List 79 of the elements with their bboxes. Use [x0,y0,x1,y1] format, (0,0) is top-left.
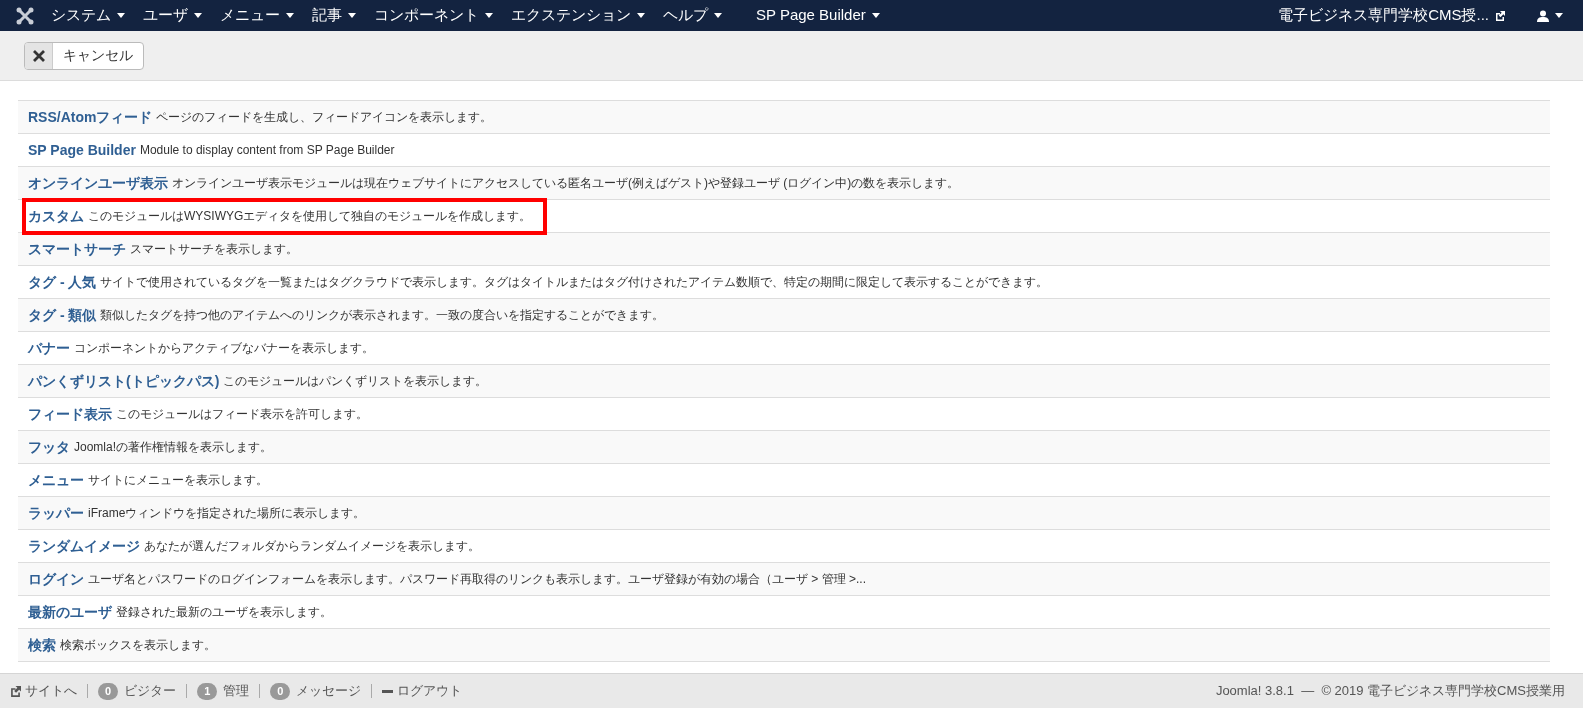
module-description: ユーザ名とパスワードのログインフォームを表示します。パスワード再取得のリンクも表示します。ユーザ登録が有効の場合（ユーザ > 管理 >... [88,571,867,588]
external-link-icon [1495,10,1505,21]
caret-icon [348,13,356,18]
nav-menu[interactable]: ユーザ [134,0,211,31]
module-title[interactable]: SP Page Builder [28,139,136,161]
module-description: Module to display content from SP Page Builder [139,142,395,159]
module-title[interactable]: タグ - 人気 [28,271,97,293]
caret-icon [714,13,722,18]
copyright-text: Joomla! 3.8.1 — © 2019 電子ビジネス専門学校CMS授業用 [1215,682,1565,701]
module-title[interactable]: ログイン [28,568,84,590]
module-description: 検索ボックスを表示します。 [60,637,216,654]
module-description: ページのフィードを生成し、フィードアイコンを表示します。 [156,109,493,126]
nav-menu[interactable]: ヘルプ [654,0,731,31]
module-title[interactable]: フィード表示 [28,403,112,425]
status-link[interactable]: サイトへ [10,681,77,701]
module-description: 登録された最新のユーザを表示します。 [116,604,332,621]
module-description: オンラインユーザ表示モジュールは現在ウェブサイトにアクセスしている匿名ユーザ(例えばゲスト)や登録ユーザ (ログイン中)の数を表示します。 [172,175,960,192]
module-title[interactable]: カスタム [28,205,84,227]
nav-menu[interactable]: システム [42,0,134,31]
module-row[interactable]: オンラインユーザ表示 オンラインユーザ表示モジュールは現在ウェブサイトにアクセスしている匿名ユーザ(例えばゲスト)や登録ユーザ (ログイン中)の数を表示します。 [18,167,1550,200]
module-row[interactable]: フッタ Joomla!の著作権情報を表示します。 [18,431,1550,464]
user-icon [1537,9,1549,22]
module-description: Joomla!の著作権情報を表示します。 [74,439,273,456]
module-row[interactable]: パンくずリスト(トピックパス) このモジュールはパンくずリストを表示します。 [18,365,1550,398]
minus-icon [382,689,394,693]
caret-icon [117,13,125,18]
status-link[interactable]: 0 メッセージ [270,681,362,701]
count-badge: 0 [98,682,119,700]
caret-icon [286,13,294,18]
module-description: コンポーネントからアクティブなバナーを表示します。 [74,340,374,357]
module-description: スマートサーチを表示します。 [130,241,298,258]
site-link[interactable]: 電子ビジネス専門学校CMS授... [1270,4,1513,27]
module-description: このモジュールはフィード表示を許可します。 [116,406,368,423]
module-row[interactable]: RSS/Atomフィード ページのフィードを生成し、フィードアイコンを表示します。 [18,101,1550,134]
module-row[interactable]: スマートサーチ スマートサーチを表示します。 [18,233,1550,266]
module-title[interactable]: メニュー [28,469,84,491]
status-link[interactable]: ログアウト [382,681,463,701]
module-title[interactable]: 最新のユーザ [28,601,112,623]
user-menu[interactable] [1537,9,1563,22]
module-title[interactable]: 検索 [28,634,56,656]
module-row[interactable]: 検索 検索ボックスを表示します。 [18,629,1550,662]
nav-menu[interactable]: SP Page Builder [747,0,889,31]
module-title[interactable]: ラッパー [28,502,84,524]
external-link-icon [10,685,21,697]
module-title[interactable]: バナー [28,337,70,359]
module-description: iFrameウィンドウを指定された場所に表示します。 [88,505,366,522]
module-title[interactable]: パンくずリスト(トピックパス) [28,370,220,392]
module-title[interactable]: ランダムイメージ [28,535,140,557]
nav-menu[interactable]: メニュー [211,0,303,31]
module-row[interactable]: カスタム このモジュールはWYSIWYGエディタを使用して独自のモジュールを作成します。 [18,200,1550,233]
nav-menu[interactable]: 記事 [303,0,365,31]
caret-icon [485,13,493,18]
caret-icon [194,13,202,18]
module-title[interactable]: オンラインユーザ表示 [28,172,168,194]
module-title[interactable]: フッタ [28,436,70,458]
status-link[interactable]: 0 ビジター [98,681,177,701]
cancel-button[interactable]: キャンセル [24,41,144,70]
status-link[interactable]: 1 管理 [197,681,250,701]
module-row[interactable]: タグ - 類似 類似したタグを持つ他のアイテムへのリンクが表示されます。一致の度合いを指定することができます。 [18,299,1550,332]
caret-icon [871,13,880,18]
module-title[interactable]: タグ - 類似 [28,304,97,326]
module-title[interactable]: RSS/Atomフィード [28,106,153,128]
count-badge: 1 [197,682,218,700]
module-description: 類似したタグを持つ他のアイテムへのリンクが表示されます。一致の度合いを指定することができます。 [100,307,665,324]
logo-icon [16,6,34,25]
module-description: サイトで使用されているタグを一覧またはタグクラウドで表示します。タグはタイトルまたはタグ付けされたアイテム数順で、特定の期間に限定して表示することができます。 [100,274,1049,291]
caret-icon [637,13,645,18]
caret-icon [1555,13,1563,18]
module-description: このモジュールはWYSIWYGエディタを使用して独自のモジュールを作成します。 [88,208,532,225]
nav-menu[interactable]: エクステンション [502,0,654,31]
module-description: このモジュールはパンくずリストを表示します。 [223,373,488,390]
module-row[interactable]: ログイン ユーザ名とパスワードのログインフォームを表示します。パスワード再取得のリンクも表示します。ユーザ登録が有効の場合（ユーザ > 管理 >... [18,563,1550,596]
module-description: サイトにメニューを表示します。 [88,472,268,489]
count-badge: 0 [270,682,291,700]
nav-menu[interactable]: コンポーネント [365,0,502,31]
module-title[interactable]: スマートサーチ [28,238,126,260]
module-description: あなたが選んだフォルダからランダムイメージを表示します。 [144,538,480,555]
close-icon [32,49,45,62]
module-row[interactable]: ラッパー iFrameウィンドウを指定された場所に表示します。 [18,497,1550,530]
